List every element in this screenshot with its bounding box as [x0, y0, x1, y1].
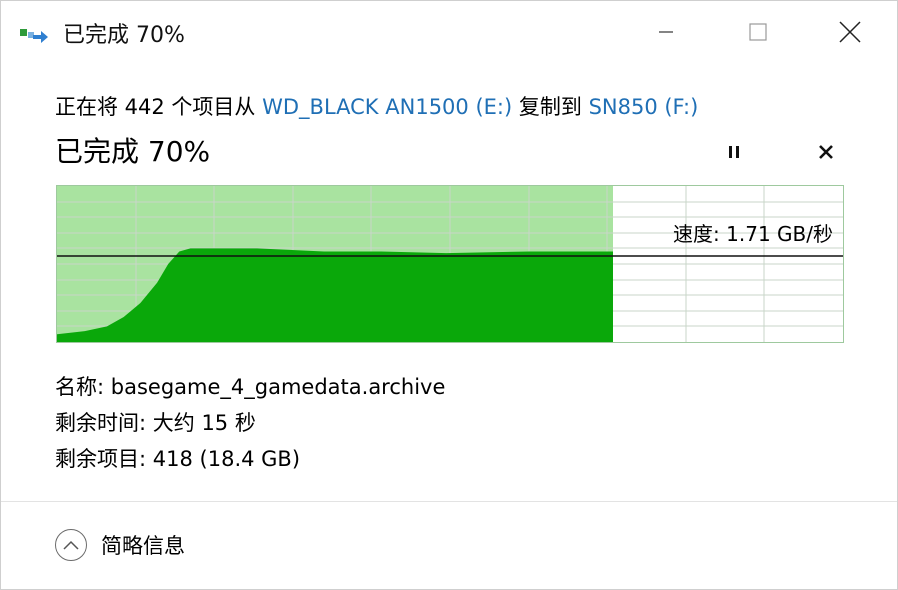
title-bar: 已完成 70% [1, 1, 897, 63]
fewer-details-label: 简略信息 [101, 534, 185, 558]
transfer-details: 名称: basegame_4_gamedata.archive 剩余时间: 大约… [55, 369, 445, 477]
close-icon [839, 21, 861, 43]
speed-label: 速度: 1.71 GB/秒 [673, 222, 833, 246]
destination-drive-link[interactable]: SN850 (F:) [589, 95, 699, 119]
chevron-up-icon [55, 529, 87, 561]
minimize-button[interactable] [643, 11, 689, 53]
dialog-footer: 简略信息 [1, 501, 897, 590]
window-title: 已完成 70% [63, 23, 185, 48]
minimize-icon [659, 31, 673, 33]
copy-prefix: 正在将 442 个项目从 [55, 95, 256, 119]
cancel-button[interactable] [809, 137, 843, 167]
copy-transfer-icon [20, 29, 48, 43]
file-name-value: basegame_4_gamedata.archive [110, 375, 446, 399]
time-remaining-row: 剩余时间: 大约 15 秒 [55, 405, 445, 441]
items-remaining-label: 剩余项目: [55, 447, 147, 471]
maximize-icon [749, 23, 767, 41]
source-drive-link[interactable]: WD_BLACK AN1500 (E:) [262, 95, 512, 119]
progress-heading: 已完成 70% [55, 135, 211, 168]
copy-middle: 复制到 [518, 95, 582, 119]
time-remaining-value: 大约 15 秒 [152, 411, 256, 435]
items-remaining-row: 剩余项目: 418 (18.4 GB) [55, 441, 445, 477]
pause-icon [729, 146, 739, 158]
copy-description: 正在将 442 个项目从 WD_BLACK AN1500 (E:) 复制到 SN… [55, 91, 698, 121]
copy-dialog-window: 已完成 70% 正在将 442 个项目从 WD_BLACK AN1500 (E:… [0, 0, 898, 590]
speed-graph-canvas [57, 186, 843, 342]
pause-button[interactable] [717, 137, 751, 167]
speed-graph: 速度: 1.71 GB/秒 [56, 185, 844, 343]
file-name-label: 名称: [55, 375, 105, 399]
cancel-icon [819, 145, 833, 159]
time-remaining-label: 剩余时间: [55, 411, 147, 435]
file-name-row: 名称: basegame_4_gamedata.archive [55, 369, 445, 405]
fewer-details-button[interactable]: 简略信息 [55, 529, 185, 561]
close-button[interactable] [827, 11, 873, 53]
items-remaining-value: 418 (18.4 GB) [152, 447, 301, 471]
maximize-button[interactable] [735, 11, 781, 53]
